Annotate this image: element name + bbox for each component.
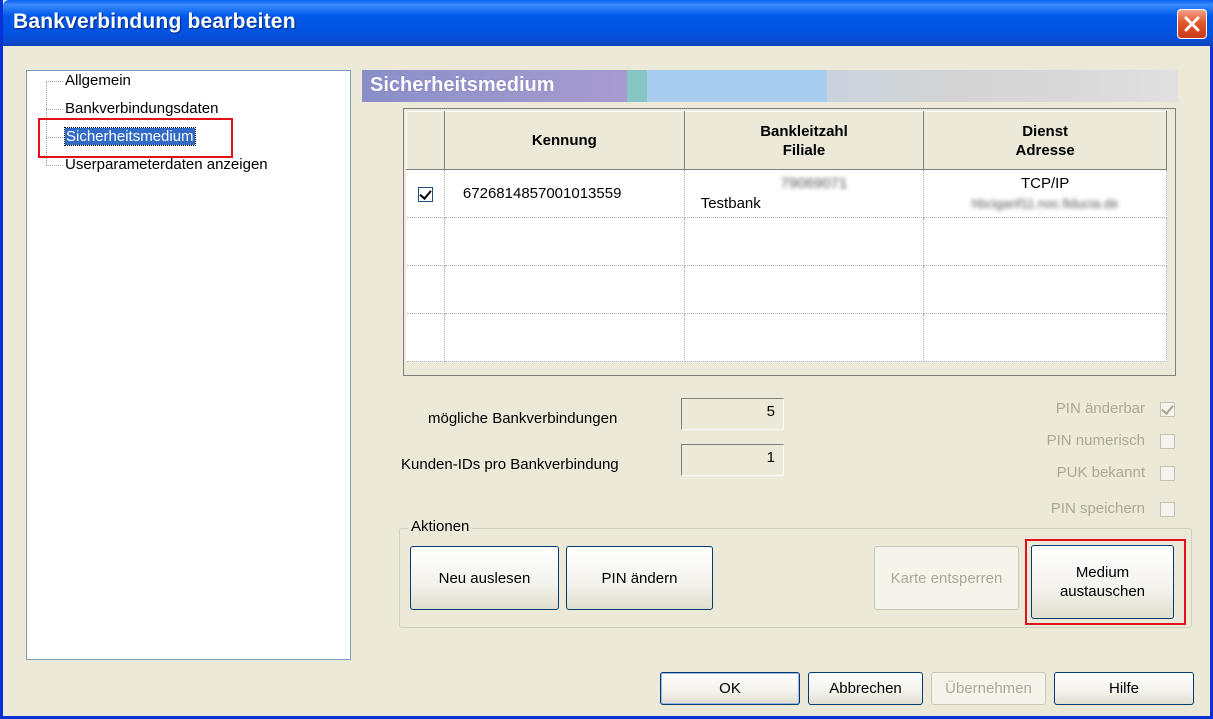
table-row[interactable]	[406, 217, 1167, 266]
row-select-cell[interactable]	[406, 169, 445, 218]
option-pin-numerisch[interactable]: PIN numerisch	[963, 430, 1175, 452]
option-label: PIN numerisch	[1046, 432, 1145, 449]
tree-item-label: Bankverbindungsdaten	[65, 100, 219, 117]
neu-auslesen-button[interactable]: Neu auslesen	[410, 546, 559, 610]
option-label: PUK bekannt	[1056, 464, 1145, 481]
tree-connector	[46, 81, 63, 82]
table-row[interactable]: 6726814857001013559 79069071 Testbank TC…	[406, 169, 1167, 218]
filiale-value: Testbank	[700, 194, 761, 212]
table-row[interactable]	[406, 265, 1167, 314]
uebernehmen-button[interactable]: Übernehmen	[931, 672, 1046, 705]
navigation-tree: Allgemein Bankverbindungsdaten Sicherhei…	[26, 70, 351, 660]
option-puk-bekannt[interactable]: PUK bekannt	[963, 462, 1175, 484]
row-checkbox[interactable]	[417, 186, 433, 202]
medium-table-container: Kennung Bankleitzahl Filiale Dienst Adre…	[403, 108, 1176, 376]
option-pin-speichern[interactable]: PIN speichern	[963, 498, 1175, 520]
column-header-label: Adresse	[1015, 141, 1075, 159]
ok-button[interactable]: OK	[660, 672, 800, 705]
actions-legend: Aktionen	[408, 518, 473, 535]
tree-item-label: Allgemein	[65, 72, 131, 89]
kennung-cell: 6726814857001013559	[444, 169, 685, 218]
pin-numerisch-checkbox[interactable]	[1160, 433, 1175, 449]
option-pin-aenderbar[interactable]: PIN änderbar	[963, 398, 1175, 420]
hilfe-button[interactable]: Hilfe	[1054, 672, 1194, 705]
kunden-ids-label: Kunden-IDs pro Bankverbindung	[401, 456, 619, 473]
abbrechen-button[interactable]: Abbrechen	[808, 672, 923, 705]
column-header-bankleitzahl[interactable]: Bankleitzahl Filiale	[683, 111, 925, 170]
column-header-kennung[interactable]: Kennung	[443, 111, 685, 170]
dienst-cell: TCP/IP hbciganf11.noc.fiducia.de	[923, 169, 1167, 218]
window-title: Bankverbindung bearbeiten	[13, 10, 296, 33]
dienst-value: TCP/IP	[1020, 174, 1070, 192]
pin-aenderbar-checkbox[interactable]	[1160, 401, 1175, 417]
column-header-label: Kennung	[531, 132, 597, 149]
dialog-window: Bankverbindung bearbeiten Allgemein Bank…	[0, 0, 1213, 719]
highlight-frame	[38, 118, 233, 158]
pin-speichern-checkbox[interactable]	[1160, 501, 1175, 517]
bankverbindungen-label: mögliche Bankverbindungen	[428, 410, 618, 427]
bankleitzahl-cell: 79069071 Testbank	[684, 169, 925, 218]
tree-item-bankverbindungsdaten[interactable]: Bankverbindungsdaten	[65, 99, 218, 119]
tree-connector	[46, 165, 63, 166]
column-header-dienst[interactable]: Dienst Adresse	[923, 111, 1167, 170]
section-title: Sicherheitsmedium	[370, 74, 555, 96]
tree-connector	[46, 109, 63, 110]
bankverbindungen-field: 5	[681, 398, 784, 430]
medium-table: Kennung Bankleitzahl Filiale Dienst Adre…	[406, 111, 1167, 362]
close-icon	[1184, 16, 1200, 32]
tree-item-userparameterdaten[interactable]: Userparameterdaten anzeigen	[65, 155, 268, 175]
puk-bekannt-checkbox[interactable]	[1160, 465, 1175, 481]
section-header: Sicherheitsmedium	[362, 70, 1178, 102]
option-label: PIN speichern	[1050, 500, 1145, 517]
highlight-frame	[1025, 539, 1186, 625]
kunden-ids-field: 1	[681, 444, 784, 476]
adresse-value: hbciganf11.noc.fiducia.de	[971, 195, 1119, 211]
tree-item-label: Userparameterdaten anzeigen	[65, 156, 268, 173]
column-header-label: Filiale	[782, 141, 826, 159]
option-label: PIN änderbar	[1055, 400, 1145, 417]
column-header-label: Dienst	[1022, 122, 1069, 140]
column-header-select	[406, 111, 445, 170]
table-row[interactable]	[406, 313, 1167, 362]
close-button[interactable]	[1177, 9, 1207, 39]
column-header-label: Bankleitzahl	[760, 122, 848, 140]
karte-entsperren-button[interactable]: Karte entsperren	[874, 546, 1019, 610]
pin-aendern-button[interactable]: PIN ändern	[566, 546, 713, 610]
title-bar[interactable]: Bankverbindung bearbeiten	[3, 0, 1213, 46]
tree-item-allgemein[interactable]: Allgemein	[65, 71, 131, 91]
blz-value: 79069071	[780, 174, 848, 192]
